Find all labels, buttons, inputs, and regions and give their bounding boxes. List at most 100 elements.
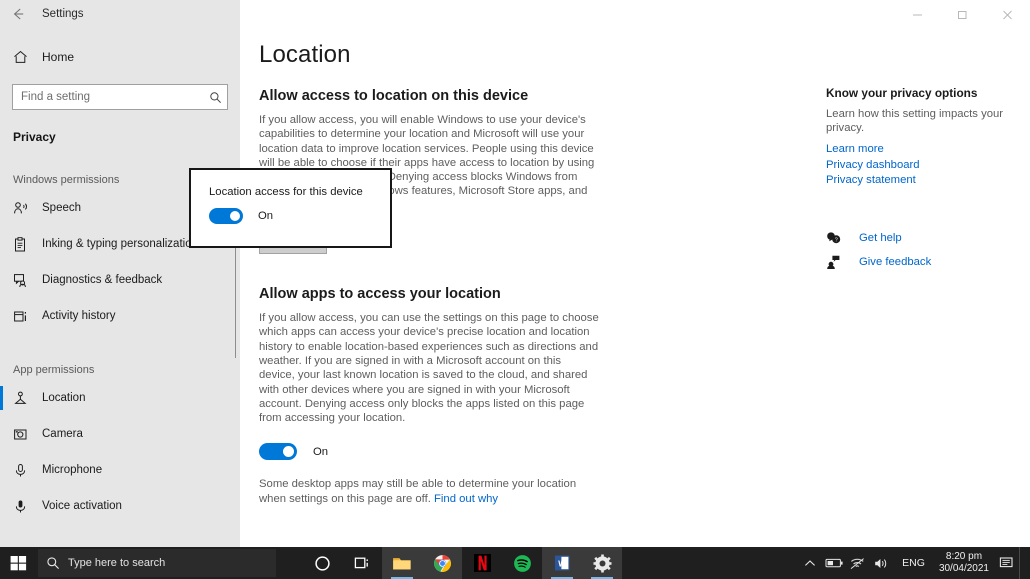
clock-time: 8:20 pm bbox=[945, 551, 983, 562]
sidebar-item-label: Diagnostics & feedback bbox=[42, 274, 163, 286]
svg-text:W: W bbox=[558, 559, 566, 568]
taskbar: Type here to search W ENG 8:20 pm 30/04/… bbox=[0, 547, 1030, 579]
section-body-apps-access: If you allow access, you can use the set… bbox=[259, 312, 599, 425]
back-arrow-icon[interactable] bbox=[0, 0, 36, 28]
clock-date: 30/04/2021 bbox=[938, 563, 989, 574]
sidebar-item-camera[interactable]: Camera bbox=[0, 416, 240, 452]
home-label: Home bbox=[42, 50, 75, 64]
window-title: Settings bbox=[42, 8, 84, 20]
svg-text:?: ? bbox=[835, 237, 838, 243]
privacy-statement-link[interactable]: Privacy statement bbox=[826, 173, 1016, 189]
apps-location-toggle[interactable] bbox=[259, 443, 297, 461]
sidebar-item-voice-activation[interactable]: Voice activation bbox=[0, 488, 240, 524]
task-view-icon[interactable] bbox=[342, 547, 382, 579]
chevron-up-icon[interactable] bbox=[798, 547, 822, 579]
settings-column: Allow access to location on this device … bbox=[259, 88, 599, 506]
search-icon bbox=[203, 91, 227, 104]
section-heading-device-access: Allow access to location on this device bbox=[259, 88, 529, 104]
section-heading-apps-access: Allow apps to access your location bbox=[259, 286, 501, 303]
taskbar-search-placeholder: Type here to search bbox=[68, 557, 166, 569]
start-button[interactable] bbox=[0, 547, 36, 579]
search-input[interactable] bbox=[13, 85, 203, 109]
toggle-knob bbox=[230, 211, 240, 221]
taskbar-search[interactable]: Type here to search bbox=[38, 549, 276, 577]
voice-activation-icon bbox=[13, 497, 35, 515]
privacy-links: Learn more Privacy dashboard Privacy sta… bbox=[826, 142, 1016, 189]
sidebar-item-label: Speech bbox=[42, 202, 82, 214]
sidebar-item-label: Voice activation bbox=[42, 500, 122, 512]
sidebar-item-label: Camera bbox=[42, 428, 83, 440]
wifi-icon[interactable] bbox=[846, 547, 870, 579]
spotify-icon[interactable] bbox=[502, 547, 542, 579]
sidebar-item-label: Inking & typing personalization bbox=[42, 238, 198, 250]
microphone-icon bbox=[13, 461, 35, 479]
get-help-icon: ? bbox=[826, 231, 848, 245]
title-bar: Settings bbox=[0, 0, 1030, 28]
apps-location-toggle-row: On bbox=[259, 443, 599, 461]
maximize-icon[interactable] bbox=[940, 0, 985, 28]
desktop-apps-note-text: Some desktop apps may still be able to d… bbox=[259, 478, 577, 505]
battery-icon[interactable] bbox=[822, 547, 846, 579]
search-icon bbox=[38, 556, 68, 570]
right-panel: Know your privacy options Learn how this… bbox=[826, 86, 1016, 274]
main-content: Location Allow access to location on thi… bbox=[240, 28, 1030, 547]
sidebar-item-label: Location bbox=[42, 392, 86, 404]
privacy-options-text: Learn how this setting impacts your priv… bbox=[826, 108, 1004, 134]
support-actions: ? Get help Give feedback bbox=[826, 226, 1016, 274]
netflix-icon[interactable] bbox=[462, 547, 502, 579]
sidebar-item-home[interactable]: Home bbox=[0, 42, 240, 72]
sidebar-item-location[interactable]: Location bbox=[0, 380, 240, 416]
home-icon bbox=[13, 50, 37, 64]
volume-icon[interactable] bbox=[870, 547, 894, 579]
location-access-popup: Location access for this device On bbox=[189, 168, 392, 248]
desktop-apps-note: Some desktop apps may still be able to d… bbox=[259, 477, 599, 506]
sidebar: Home Privacy Windows permissions Speech … bbox=[0, 28, 240, 547]
popup-toggle-row: On bbox=[209, 208, 390, 224]
diagnostics-icon bbox=[13, 271, 35, 289]
clock[interactable]: 8:20 pm 30/04/2021 bbox=[933, 551, 995, 575]
learn-more-link[interactable]: Learn more bbox=[826, 142, 1016, 158]
privacy-dashboard-link[interactable]: Privacy dashboard bbox=[826, 158, 1016, 174]
minimize-icon[interactable] bbox=[895, 0, 940, 28]
cortana-icon[interactable] bbox=[302, 547, 342, 579]
page-title: Location bbox=[259, 41, 351, 68]
notifications-icon[interactable] bbox=[995, 547, 1019, 579]
word-icon[interactable]: W bbox=[542, 547, 582, 579]
toggle-knob bbox=[283, 446, 294, 458]
language-indicator[interactable]: ENG bbox=[894, 557, 933, 569]
sidebar-item-activity-history[interactable]: Activity history bbox=[0, 298, 240, 334]
speech-icon bbox=[13, 199, 35, 217]
sidebar-item-label: Microphone bbox=[42, 464, 103, 476]
popup-title: Location access for this device bbox=[209, 186, 363, 198]
give-feedback-action[interactable]: Give feedback bbox=[826, 250, 1016, 274]
settings-icon[interactable] bbox=[582, 547, 622, 579]
activity-history-icon bbox=[13, 307, 35, 325]
device-location-toggle[interactable] bbox=[209, 208, 243, 224]
give-feedback-label: Give feedback bbox=[859, 255, 932, 268]
window-controls bbox=[240, 0, 1030, 28]
sidebar-section-title: Privacy bbox=[13, 130, 56, 144]
chrome-icon[interactable] bbox=[422, 547, 462, 579]
section-apps-access: Allow apps to access your location If yo… bbox=[259, 286, 599, 506]
get-help-action[interactable]: ? Get help bbox=[826, 226, 1016, 250]
find-out-why-link[interactable]: Find out why bbox=[434, 493, 498, 505]
taskbar-apps: W bbox=[302, 547, 622, 579]
give-feedback-icon bbox=[826, 255, 848, 269]
inking-icon bbox=[13, 235, 35, 253]
device-location-toggle-label: On bbox=[258, 210, 274, 222]
close-icon[interactable] bbox=[985, 0, 1030, 28]
settings-window: Settings Home Privacy bbox=[0, 0, 1030, 579]
privacy-options-title: Know your privacy options bbox=[826, 86, 978, 100]
sidebar-item-microphone[interactable]: Microphone bbox=[0, 452, 240, 488]
apps-location-toggle-label: On bbox=[313, 445, 329, 458]
system-tray: ENG 8:20 pm 30/04/2021 bbox=[798, 547, 1030, 579]
sidebar-item-diagnostics-feedback[interactable]: Diagnostics & feedback bbox=[0, 262, 240, 298]
get-help-label: Get help bbox=[859, 231, 902, 244]
location-icon bbox=[13, 389, 35, 407]
search-box[interactable] bbox=[12, 84, 228, 110]
sidebar-item-label: Activity history bbox=[42, 310, 116, 322]
show-desktop-button[interactable] bbox=[1019, 547, 1026, 579]
sidebar-group-heading-1: App permissions bbox=[13, 364, 95, 376]
camera-icon bbox=[13, 425, 35, 443]
file-explorer-icon[interactable] bbox=[382, 547, 422, 579]
